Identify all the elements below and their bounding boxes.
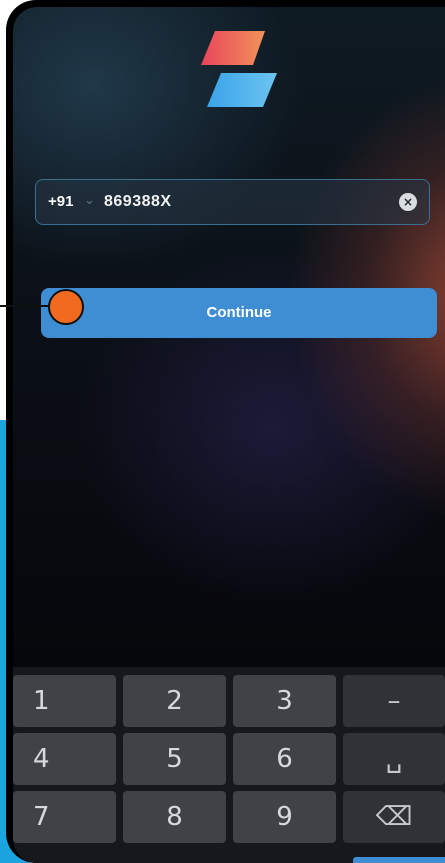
country-code-selector[interactable]: +91	[48, 193, 73, 210]
stage: +91 ⌄ × Continue 1 2 3 – 4 5 6 ␣ 7 8 9 ⌫	[0, 0, 445, 863]
space-icon[interactable]: ␣	[343, 733, 445, 785]
key-6[interactable]: 6	[233, 733, 336, 785]
key-4[interactable]: 4	[13, 733, 116, 785]
key-dash[interactable]: –	[343, 675, 445, 727]
key-1[interactable]: 1	[13, 675, 116, 727]
key-9[interactable]: 9	[233, 791, 336, 843]
tap-indicator-icon	[48, 289, 84, 325]
key-2[interactable]: 2	[123, 675, 226, 727]
phone-number-input[interactable]	[104, 190, 214, 214]
nav-indicator	[353, 857, 445, 863]
clear-icon[interactable]: ×	[399, 193, 417, 211]
app-screen: +91 ⌄ × Continue 1 2 3 – 4 5 6 ␣ 7 8 9 ⌫	[13, 7, 445, 863]
key-7[interactable]: 7	[13, 791, 116, 843]
backspace-icon[interactable]: ⌫	[343, 791, 445, 843]
chevron-down-icon[interactable]: ⌄	[84, 193, 95, 208]
phone-frame: +91 ⌄ × Continue 1 2 3 – 4 5 6 ␣ 7 8 9 ⌫	[6, 0, 445, 863]
numeric-keyboard: 1 2 3 – 4 5 6 ␣ 7 8 9 ⌫	[13, 667, 445, 863]
key-5[interactable]: 5	[123, 733, 226, 785]
app-logo-icon	[201, 31, 277, 107]
key-3[interactable]: 3	[233, 675, 336, 727]
phone-number-field[interactable]: +91 ⌄ ×	[35, 179, 430, 225]
continue-button[interactable]: Continue	[41, 288, 437, 338]
key-8[interactable]: 8	[123, 791, 226, 843]
